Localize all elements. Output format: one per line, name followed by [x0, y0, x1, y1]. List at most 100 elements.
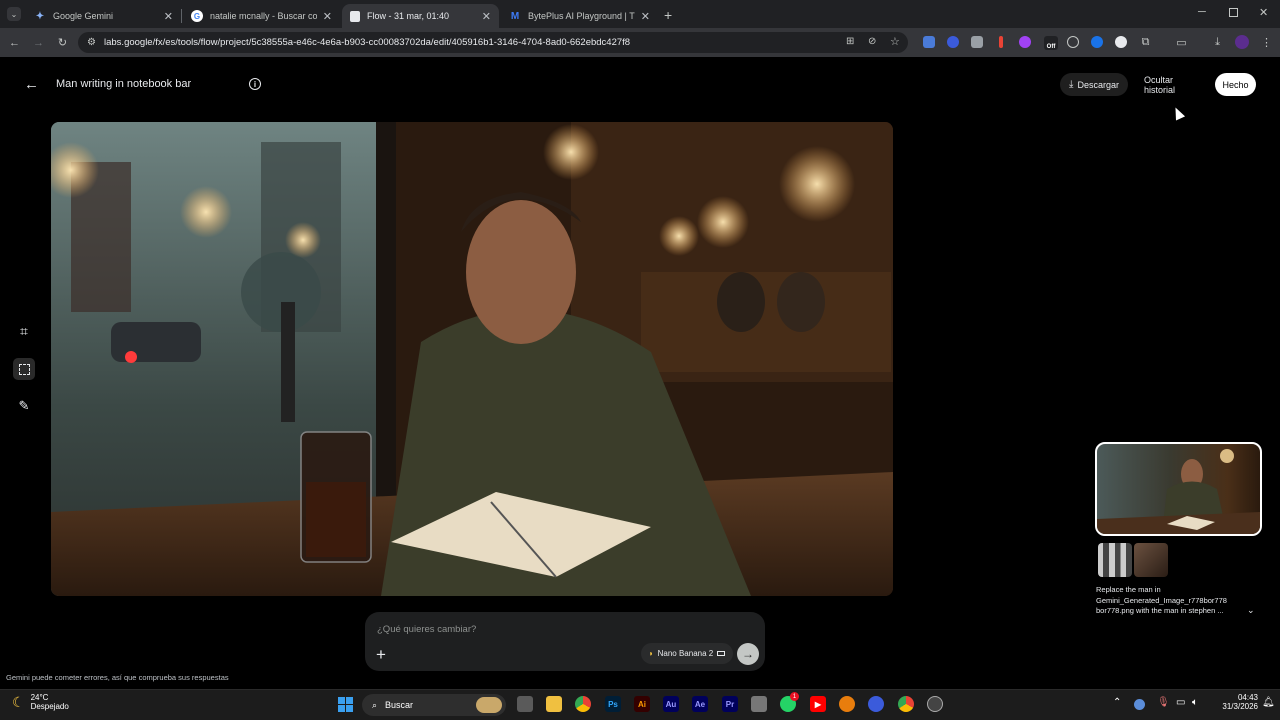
model-selector[interactable]: ◗ Nano Banana 2	[641, 643, 733, 664]
brush-edit-icon[interactable]: ✎	[15, 397, 33, 415]
model-label: Nano Banana 2	[657, 649, 714, 658]
search-label: Buscar	[385, 700, 414, 710]
file-explorer-icon[interactable]	[546, 696, 562, 712]
tab-title: natalie mcnally - Buscar con Google	[210, 11, 317, 21]
history-thumbnail-selected[interactable]	[1095, 442, 1262, 536]
arrow-right-icon: →	[742, 647, 754, 661]
translate-icon[interactable]: ⊞	[846, 36, 854, 47]
generated-image	[51, 122, 893, 596]
tab-close-icon[interactable]: ✕	[641, 10, 650, 23]
crop-icon[interactable]: ⌗	[15, 322, 33, 340]
weather-desc: Despejado	[30, 702, 69, 711]
new-tab-plus-icon[interactable]: +	[664, 7, 672, 23]
audition-icon[interactable]: Au	[663, 696, 679, 712]
premiere-icon[interactable]: Pr	[722, 696, 738, 712]
eye-off-icon[interactable]: ⊘	[868, 36, 876, 47]
photoshop-icon[interactable]: Ps	[605, 696, 621, 712]
tray-chevron-up-icon[interactable]: ⌃	[1113, 697, 1121, 708]
back-arrow-icon[interactable]: ←	[24, 76, 39, 93]
extension-icon[interactable]	[971, 36, 983, 48]
search-highlight-icon	[476, 697, 502, 713]
chevron-down-icon[interactable]: ⌄	[1247, 605, 1255, 616]
prompt-input[interactable]: ¿Qué quieres cambiar?	[377, 624, 747, 635]
reading-mode-icon[interactable]: ▭	[1174, 35, 1189, 50]
after-effects-icon[interactable]: Ae	[692, 696, 708, 712]
extension-icon[interactable]	[1115, 36, 1127, 48]
extension-icon[interactable]	[923, 36, 935, 48]
tab-strip: ⌄ ✦ Google Gemini ✕ G natalie mcnally - …	[0, 0, 1280, 28]
clock-date: 31/3/2026	[1222, 702, 1258, 711]
aspect-icon	[717, 651, 726, 656]
google-icon: G	[191, 10, 203, 22]
tray-app-icon[interactable]	[1134, 699, 1145, 710]
close-window-icon[interactable]: ✕	[1259, 6, 1268, 19]
extension-icon[interactable]	[1067, 36, 1079, 48]
site-info-icon[interactable]: ⚙	[87, 37, 96, 48]
youtube-icon[interactable]: ▶	[810, 696, 826, 712]
info-icon[interactable]: i	[249, 78, 261, 90]
forward-icon[interactable]: →	[31, 35, 46, 50]
extensions-puzzle-icon[interactable]: ⧉	[1138, 35, 1153, 50]
tab-close-icon[interactable]: ✕	[164, 10, 173, 23]
extension-icon[interactable]	[999, 36, 1003, 48]
extension-icon[interactable]	[1091, 36, 1103, 48]
minimize-icon[interactable]: ─	[1198, 6, 1206, 18]
extension-icon[interactable]	[1019, 36, 1031, 48]
download-label: Descargar	[1077, 79, 1119, 90]
microphone-icon[interactable]: 🎙︎	[1157, 697, 1170, 708]
network-icon[interactable]: ▭	[1176, 697, 1185, 708]
download-icon: ⤓	[1069, 79, 1074, 90]
search-icon: ⌕	[372, 699, 378, 710]
tab-search-button[interactable]: ⌄	[7, 7, 21, 21]
tab-google-gemini[interactable]: ✦ Google Gemini ✕	[26, 4, 181, 28]
download-button[interactable]: ⤓ Descargar	[1060, 73, 1128, 96]
prompt-box: ¿Qué quieres cambiar? + ◗ Nano Banana 2 …	[365, 612, 765, 671]
extension-off-badge[interactable]: Off	[1044, 36, 1058, 50]
send-button[interactable]: →	[737, 643, 759, 665]
notification-badge: 1	[790, 692, 799, 701]
image-illustration	[51, 122, 893, 596]
add-plus-icon[interactable]: +	[376, 645, 386, 665]
app-icon[interactable]	[868, 696, 884, 712]
tab-close-icon[interactable]: ✕	[323, 10, 332, 23]
volume-icon[interactable]: 🔈︎	[1192, 697, 1198, 708]
blender-icon[interactable]	[839, 696, 855, 712]
hide-history-label: Ocultar historial	[1144, 74, 1176, 95]
chrome-icon[interactable]	[575, 696, 591, 712]
extension-icon[interactable]	[947, 36, 959, 48]
tab-google-search[interactable]: G natalie mcnally - Buscar con Google ✕	[183, 4, 340, 28]
tab-flow[interactable]: Flow - 31 mar, 01:40 ✕	[342, 4, 499, 28]
profile-avatar[interactable]	[1235, 35, 1249, 49]
disclaimer-text: Gemini puede cometer errores, así que co…	[6, 673, 229, 682]
task-view-icon[interactable]	[517, 696, 533, 712]
app-icon[interactable]	[927, 696, 943, 712]
menu-kebab-icon[interactable]: ⋮	[1259, 35, 1274, 50]
illustrator-icon[interactable]: Ai	[634, 696, 650, 712]
weather-widget[interactable]: ☾ 24°C Despejado	[12, 693, 69, 711]
select-area-icon[interactable]	[13, 358, 35, 380]
reference-image-thumb[interactable]	[1098, 543, 1132, 577]
hide-history-button[interactable]: Ocultar historial	[1134, 73, 1210, 96]
download-icon[interactable]: ⤓	[1210, 35, 1225, 50]
back-icon[interactable]: ←	[7, 35, 22, 50]
done-button[interactable]: Hecho	[1215, 73, 1256, 96]
tab-close-icon[interactable]: ✕	[482, 10, 491, 23]
url-text: labs.google/fx/es/tools/flow/project/5c3…	[104, 37, 631, 48]
clock[interactable]: 04:43 31/3/2026	[1212, 693, 1258, 711]
tab-byteplus[interactable]: M BytePlus AI Playground | Try Ad ✕	[501, 4, 658, 28]
maximize-icon[interactable]	[1229, 8, 1238, 17]
taskbar-search[interactable]: ⌕ Buscar	[362, 694, 506, 716]
notifications-bell-icon[interactable]: 🔔︎	[1262, 697, 1275, 708]
banana-icon: ◗	[648, 649, 654, 658]
bookmark-star-icon[interactable]: ☆	[890, 35, 900, 48]
tab-title: Google Gemini	[53, 11, 114, 21]
app-icon[interactable]	[751, 696, 767, 712]
windows-start-icon[interactable]	[338, 697, 353, 712]
done-label: Hecho	[1222, 79, 1249, 90]
thumbnail-illustration	[1097, 449, 1260, 534]
reload-icon[interactable]: ↻	[55, 35, 70, 50]
reference-image-thumb[interactable]	[1134, 543, 1168, 577]
mouse-cursor	[1170, 105, 1186, 121]
chrome-profile-icon[interactable]	[898, 696, 914, 712]
address-bar[interactable]: ⚙ labs.google/fx/es/tools/flow/project/5…	[78, 32, 908, 53]
